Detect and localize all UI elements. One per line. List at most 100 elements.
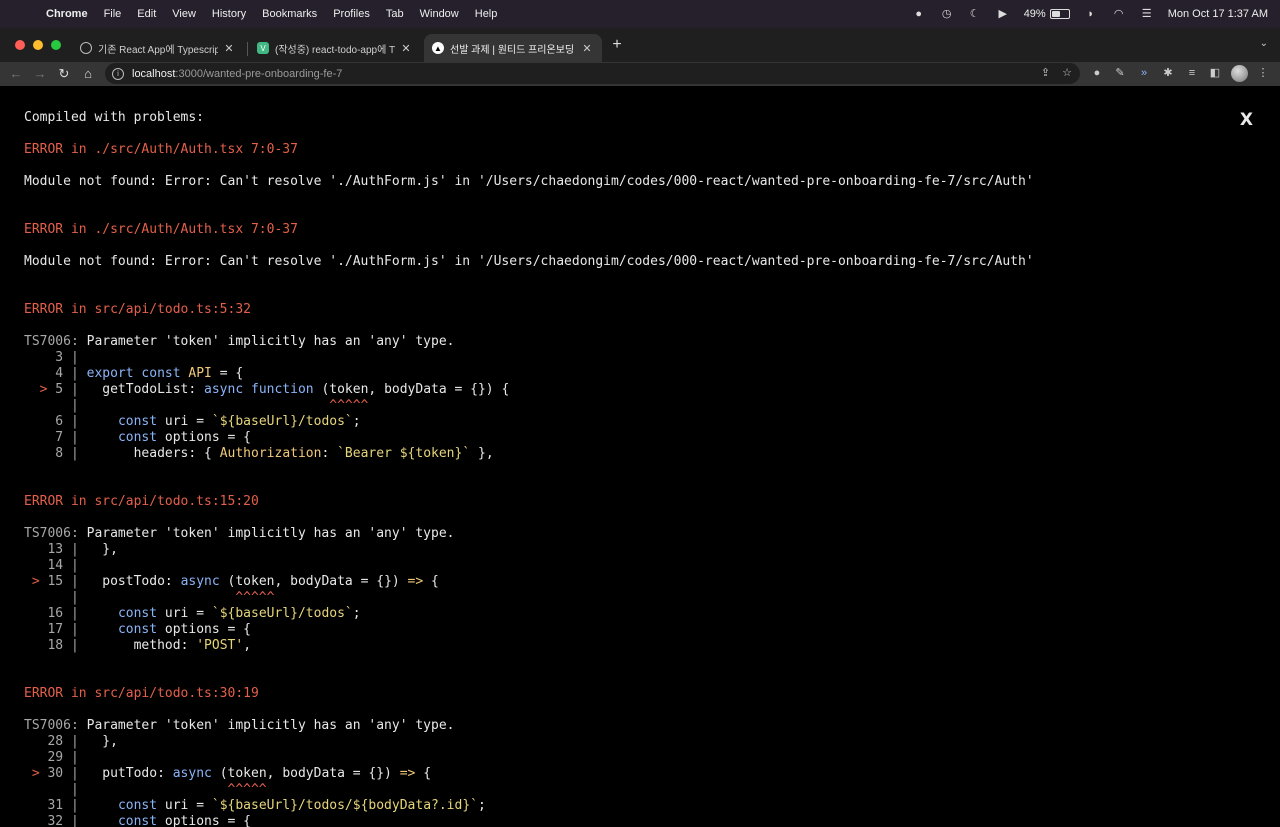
side-panel-icon[interactable]: ◧: [1208, 66, 1222, 80]
moon-icon[interactable]: ☾: [968, 8, 982, 20]
forward-arrow-icon[interactable]: →: [32, 65, 48, 83]
chat-bubble-icon[interactable]: ●: [912, 8, 926, 20]
play-circle-icon[interactable]: ▶: [996, 8, 1010, 20]
code-line: 17 | const options = {: [24, 622, 251, 637]
address-bar[interactable]: i localhost:3000/wanted-pre-onboarding-f…: [105, 63, 1080, 84]
error-title: ERROR in ./src/Auth/Auth.tsx 7:0-37: [24, 142, 298, 157]
menu-window[interactable]: Window: [412, 8, 467, 20]
code-line: 28 | },: [24, 734, 118, 749]
battery-indicator[interactable]: 49%: [1024, 8, 1070, 20]
menubar-status-area: ● ◷ ☾ ▶ 49% ◗ ◠ ☰ Mon Oct 17 1:37 AM: [912, 0, 1268, 28]
ts-error-message: Parameter 'token' implicitly has an 'any…: [86, 334, 455, 349]
code-line: 31 | const uri = `${baseUrl}/todos/${bod…: [24, 798, 486, 813]
ts-error-code: TS7006:: [24, 334, 79, 349]
menu-tab[interactable]: Tab: [378, 8, 412, 20]
code-line: > 5 | getTodoList: async function (token…: [39, 382, 510, 397]
code-caret-line: | ^^^^^: [24, 590, 275, 605]
error-title: ERROR in ./src/Auth/Auth.tsx 7:0-37: [24, 222, 298, 237]
overlay-close-button[interactable]: X: [1240, 110, 1253, 130]
readaloud-extension-icon[interactable]: »: [1137, 66, 1151, 80]
menu-view[interactable]: View: [164, 8, 204, 20]
menu-help[interactable]: Help: [467, 8, 506, 20]
tab-strip: 기존 React App에 Typescript 적용 ✕ V (작성중) re…: [0, 28, 1280, 62]
menu-app-name[interactable]: Chrome: [38, 8, 96, 20]
notion-icon: ▲: [432, 42, 444, 54]
battery-percent: 49%: [1023, 8, 1046, 20]
ts-error-line: TS7006: Parameter 'token' implicitly has…: [24, 526, 454, 541]
close-icon[interactable]: ✕: [399, 42, 413, 55]
code-line: 4 | export const API = {: [24, 366, 244, 381]
code-line: 13 | },: [24, 542, 118, 557]
macos-menu-bar: Chrome File Edit View History Bookmarks …: [0, 0, 1280, 28]
tab-title: 기존 React App에 Typescript 적용: [98, 44, 218, 56]
star-icon[interactable]: ☆: [1062, 66, 1072, 79]
time-machine-icon[interactable]: ◷: [940, 8, 954, 20]
chevron-down-icon[interactable]: ⌄: [1260, 38, 1268, 49]
tab-1[interactable]: 기존 React App에 Typescript 적용 ✕: [72, 34, 244, 62]
control-center-icon[interactable]: ☰: [1140, 8, 1154, 20]
battery-icon: [1049, 9, 1070, 19]
puzzle-icon[interactable]: ✱: [1161, 66, 1175, 80]
code-line: 14 |: [24, 558, 79, 573]
menu-edit[interactable]: Edit: [129, 8, 164, 20]
menubar-clock[interactable]: Mon Oct 17 1:37 AM: [1168, 8, 1268, 20]
close-icon[interactable]: ✕: [222, 42, 236, 55]
code-line: 16 | const uri = `${baseUrl}/todos`;: [24, 606, 361, 621]
code-line: 6 | const uri = `${baseUrl}/todos`;: [24, 414, 361, 429]
tab-divider: [247, 42, 248, 56]
reading-list-icon[interactable]: ≡: [1185, 66, 1199, 80]
reload-icon[interactable]: ↻: [56, 65, 72, 83]
window-controls: [15, 40, 61, 50]
tab-title: (작성중) react-todo-app에 Typescript: [275, 44, 395, 56]
ts-error-code: TS7006:: [24, 718, 79, 733]
site-info-icon[interactable]: i: [112, 67, 124, 80]
ts-error-line: TS7006: Parameter 'token' implicitly has…: [24, 334, 454, 349]
code-line: 3 |: [24, 350, 79, 365]
error-title: ERROR in src/api/todo.ts:5:32: [24, 302, 251, 317]
pen-extension-icon[interactable]: ✎: [1113, 66, 1127, 80]
share-icon[interactable]: ⇪: [1041, 66, 1050, 79]
battery-fill: [1051, 11, 1060, 17]
menu-file[interactable]: File: [96, 8, 130, 20]
airpods-icon[interactable]: ◗: [1084, 8, 1098, 20]
code-line: > 30 | putTodo: async (token, bodyData =…: [31, 766, 432, 781]
back-arrow-icon[interactable]: ←: [8, 65, 24, 83]
extension-icon[interactable]: ●: [1090, 66, 1104, 80]
vue-icon: V: [257, 42, 269, 54]
browser-toolbar: ← → ↻ ⌂ i localhost:3000/wanted-pre-onbo…: [0, 62, 1280, 86]
code-line: 32 | const options = {: [24, 814, 251, 827]
error-message: Module not found: Error: Can't resolve '…: [24, 174, 1034, 189]
address-actions: ⇪ ☆: [1041, 66, 1072, 79]
ts-error-code: TS7006:: [24, 526, 79, 541]
menu-profiles[interactable]: Profiles: [325, 8, 378, 20]
menu-history[interactable]: History: [204, 8, 254, 20]
menu-bookmarks[interactable]: Bookmarks: [254, 8, 325, 20]
close-icon[interactable]: ✕: [580, 42, 594, 55]
home-icon[interactable]: ⌂: [80, 65, 96, 83]
profile-avatar[interactable]: [1231, 65, 1248, 82]
code-line: 8 | headers: { Authorization: `Bearer ${…: [24, 446, 494, 461]
code-line: > 15 | postTodo: async (token, bodyData …: [31, 574, 439, 589]
error-title: ERROR in src/api/todo.ts:15:20: [24, 494, 259, 509]
error-title: ERROR in src/api/todo.ts:30:19: [24, 686, 259, 701]
globe-icon: [80, 42, 92, 54]
code-line: 29 |: [24, 750, 79, 765]
more-menu-icon[interactable]: ⋮: [1256, 66, 1270, 80]
tab-title: 선발 과제 | 원티드 프리온보딩 FE: [450, 44, 576, 56]
tab-3-active[interactable]: ▲ 선발 과제 | 원티드 프리온보딩 FE ✕: [424, 34, 602, 62]
minimize-window-button[interactable]: [33, 40, 43, 50]
ts-error-message: Parameter 'token' implicitly has an 'any…: [86, 718, 455, 733]
error-message: Module not found: Error: Can't resolve '…: [24, 254, 1034, 269]
code-line: 18 | method: 'POST',: [24, 638, 252, 653]
address-host: localhost: [132, 67, 176, 80]
wifi-icon[interactable]: ◠: [1112, 8, 1126, 20]
new-tab-button[interactable]: +: [609, 36, 625, 54]
close-window-button[interactable]: [15, 40, 25, 50]
code-line: 7 | const options = {: [24, 430, 251, 445]
ts-error-message: Parameter 'token' implicitly has an 'any…: [86, 526, 455, 541]
zoom-window-button[interactable]: [51, 40, 61, 50]
address-path: :3000/wanted-pre-onboarding-fe-7: [175, 67, 343, 80]
overlay-heading: Compiled with problems:: [24, 110, 205, 125]
ts-error-line: TS7006: Parameter 'token' implicitly has…: [24, 718, 454, 733]
tab-2[interactable]: V (작성중) react-todo-app에 Typescript ✕: [249, 34, 421, 62]
